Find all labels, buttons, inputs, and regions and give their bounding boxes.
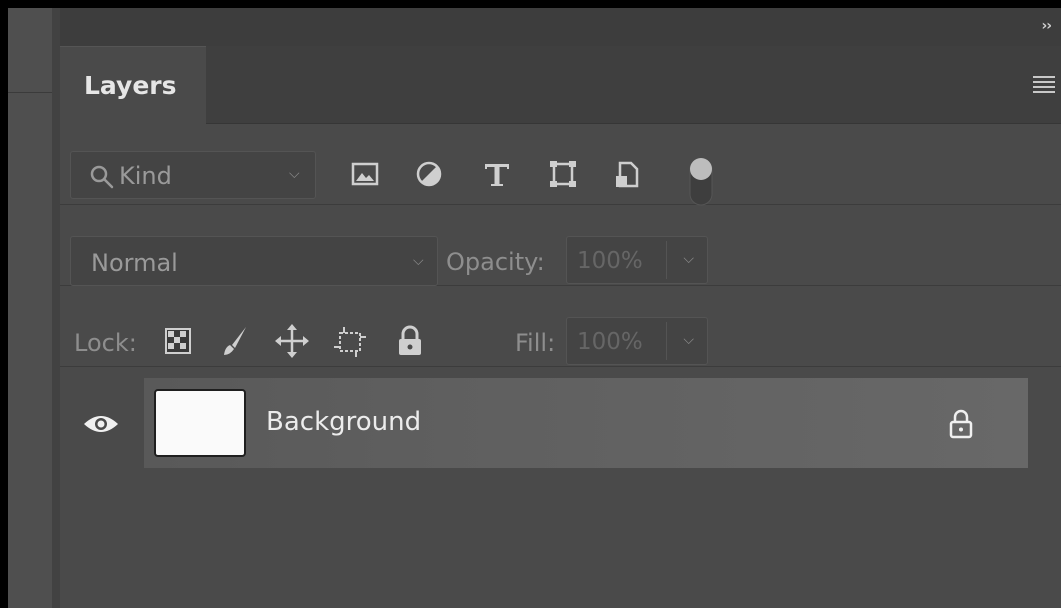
- dock-gap: [52, 8, 60, 608]
- lock-position-icon[interactable]: [274, 321, 310, 361]
- opacity-input[interactable]: 100% ⌵: [566, 236, 708, 284]
- expand-panel-icon[interactable]: ››: [1041, 18, 1052, 34]
- shape-filter-icon[interactable]: [546, 155, 580, 195]
- chevron-down-icon: ⌵: [289, 166, 300, 182]
- layer-lock-icon[interactable]: [948, 408, 974, 440]
- lock-all-icon[interactable]: [392, 321, 428, 361]
- chevron-down-icon: ⌵: [413, 253, 424, 269]
- layers-panel: ›› Layers Kind ⌵ Normal ⌵ Opacity: 100% …: [60, 8, 1061, 608]
- layers-window: ›› Layers Kind ⌵ Normal ⌵ Opacity: 100% …: [8, 8, 1061, 608]
- eye-icon: [84, 416, 118, 432]
- lock-image-pixels-icon[interactable]: [216, 321, 252, 361]
- filter-row: Kind ⌵: [60, 125, 1061, 207]
- blend-mode-value: Normal: [91, 249, 178, 277]
- lock-label: Lock:: [74, 329, 137, 357]
- panel-topbar: ››: [60, 8, 1061, 46]
- tab-layers-label: Layers: [84, 71, 177, 100]
- adjustment-filter-icon[interactable]: [412, 155, 446, 195]
- kind-filter-label: Kind: [119, 162, 172, 190]
- lock-row: Lock: Fill: 100% ⌵: [60, 287, 1061, 367]
- image-filter-icon[interactable]: [348, 155, 382, 195]
- fill-input[interactable]: 100% ⌵: [566, 317, 708, 365]
- smart-object-filter-icon[interactable]: [610, 155, 644, 195]
- layer-thumbnail[interactable]: [154, 389, 246, 457]
- opacity-label: Opacity:: [446, 248, 545, 276]
- blend-row: Normal ⌵ Opacity: 100% ⌵: [60, 206, 1061, 286]
- lock-artboard-icon[interactable]: [332, 321, 368, 361]
- fill-value: 100%: [577, 329, 643, 355]
- visibility-toggle[interactable]: [60, 378, 144, 468]
- lock-transparent-pixels-icon[interactable]: [160, 321, 196, 361]
- panel-tabbar: Layers: [60, 46, 1061, 124]
- search-icon: [90, 165, 114, 189]
- filter-toggle-switch[interactable]: [688, 155, 714, 207]
- opacity-value: 100%: [577, 248, 643, 274]
- type-filter-icon[interactable]: [480, 155, 514, 195]
- layer-name[interactable]: Background: [266, 407, 421, 437]
- blend-mode-select[interactable]: Normal ⌵: [70, 236, 438, 286]
- kind-filter-select[interactable]: Kind ⌵: [70, 151, 316, 199]
- fill-label: Fill:: [515, 329, 556, 357]
- tab-layers[interactable]: Layers: [60, 46, 206, 124]
- chevron-down-icon[interactable]: ⌵: [683, 251, 694, 267]
- hamburger-menu-icon[interactable]: [1033, 76, 1055, 94]
- layer-row-background[interactable]: Background: [60, 378, 1028, 468]
- chevron-down-icon[interactable]: ⌵: [683, 332, 694, 348]
